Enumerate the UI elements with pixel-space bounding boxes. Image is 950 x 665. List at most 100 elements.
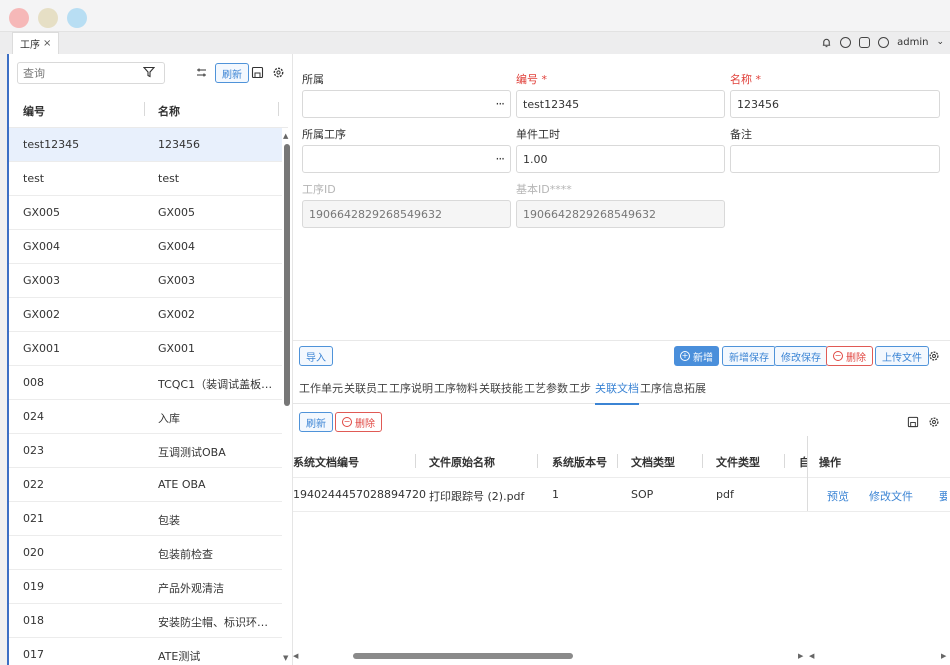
fullscreen-icon[interactable] (859, 36, 871, 48)
doc-delete-button[interactable]: − 删除 (335, 412, 382, 432)
list-item[interactable]: 021 包装 (9, 502, 282, 536)
doc-refresh-button[interactable]: 刷新 (299, 412, 333, 432)
subtab-4[interactable]: 关联技能 (479, 380, 523, 403)
scroll-right-arrow[interactable]: ▶ (941, 652, 946, 660)
refresh-button[interactable]: 刷新 (215, 63, 249, 83)
list-item[interactable]: GX004 GX004 (9, 230, 282, 264)
list-item-name: GX001 (158, 342, 196, 355)
column-resizer[interactable] (415, 454, 416, 468)
process-field[interactable]: ··· (302, 145, 511, 173)
list-item-name: ATE OBA (158, 478, 206, 491)
column-header-code[interactable]: 编号 (23, 103, 45, 119)
minus-icon: − (342, 417, 352, 427)
scroll-up-arrow[interactable]: ▲ (283, 132, 288, 140)
column-resizer[interactable] (702, 454, 703, 468)
name-field[interactable]: 123456 (730, 90, 940, 118)
scroll-left-arrow[interactable]: ◀ (809, 652, 814, 660)
subtab-7[interactable]: 关联文档 (595, 380, 639, 405)
save-icon[interactable] (251, 66, 264, 79)
table-row[interactable]: 1940244457028894720 打印跟踪号 (2).pdf 1 SOP … (293, 478, 950, 512)
column-resizer[interactable] (537, 454, 538, 468)
list-item[interactable]: 019 产品外观清洁 (9, 570, 282, 604)
column-resizer[interactable] (278, 102, 279, 116)
scroll-right-arrow[interactable]: ▶ (798, 652, 803, 660)
subtab-0[interactable]: 工作单元 (299, 380, 343, 403)
list-item-name: 入库 (158, 412, 180, 425)
edit-file-link[interactable]: 修改文件 (869, 488, 913, 504)
code-field[interactable]: test12345 (516, 90, 725, 118)
delete-label: 删除 (846, 352, 866, 364)
save-icon[interactable] (907, 416, 919, 428)
col-file-type[interactable]: 文件类型 (716, 454, 760, 470)
plus-icon: + (680, 351, 690, 361)
add-button[interactable]: + 新增 (674, 346, 719, 366)
delete-button[interactable]: − 删除 (826, 346, 873, 366)
list-item-code: GX005 (23, 206, 61, 219)
filter-icon[interactable] (143, 66, 155, 78)
list-item[interactable]: GX002 GX002 (9, 298, 282, 332)
username[interactable]: admin (897, 37, 928, 48)
list-item[interactable]: 022 ATE OBA (9, 468, 282, 502)
list-item[interactable]: 008 TCQC1（装调试盖板前... (9, 366, 282, 400)
subtab-1[interactable]: 关联员工 (344, 380, 388, 403)
edit-save-button[interactable]: 修改保存 (774, 346, 828, 366)
list-header: 编号 名称 (9, 92, 288, 128)
unit-time-field[interactable]: 1.00 (516, 145, 725, 173)
list-item-name: 包装 (158, 514, 180, 527)
subtab-3[interactable]: 工序物料 (434, 380, 478, 403)
upload-file-button[interactable]: 上传文件 (875, 346, 929, 366)
subtab-5[interactable]: 工艺参数 (524, 380, 568, 403)
gear-icon[interactable] (928, 416, 940, 428)
user-avatar-icon[interactable] (878, 36, 890, 48)
sort-icon[interactable] (195, 66, 208, 79)
list-item-code: test12345 (23, 138, 80, 151)
column-resizer[interactable] (784, 454, 785, 468)
list-item[interactable]: GX005 GX005 (9, 196, 282, 230)
list-item-code: 022 (23, 478, 44, 491)
more-icon[interactable]: ··· (496, 152, 506, 166)
horizontal-scrollbar[interactable] (353, 653, 573, 659)
col-version[interactable]: 系统版本号 (552, 454, 607, 470)
remark-field[interactable] (730, 145, 940, 173)
gear-icon[interactable] (928, 350, 940, 362)
column-resizer[interactable] (617, 454, 618, 468)
close-window-dot[interactable] (9, 8, 29, 28)
list-item[interactable]: 018 安装防尘帽、标识环（... (9, 604, 282, 638)
minimize-window-dot[interactable] (38, 8, 58, 28)
bell-icon[interactable] (821, 37, 832, 48)
col-file-name[interactable]: 文件原始名称 (429, 454, 495, 470)
tab-close-icon[interactable]: × (43, 38, 51, 49)
import-button[interactable]: 导入 (299, 346, 333, 366)
list-item[interactable]: 020 包装前检查 (9, 536, 282, 570)
more-op-link[interactable]: 要 (939, 488, 947, 504)
tab-process-label: 工序 (20, 40, 40, 51)
scroll-down-arrow[interactable]: ▼ (283, 654, 288, 662)
list-item[interactable]: GX001 GX001 (9, 332, 282, 366)
owner-field[interactable]: ··· (302, 90, 511, 118)
subtab-8[interactable]: 工序信息拓展 (640, 380, 706, 403)
maximize-window-dot[interactable] (67, 8, 87, 28)
list-item[interactable]: 017 ATE测试 (9, 638, 282, 665)
list-item[interactable]: test test (9, 162, 282, 196)
list-item[interactable]: 023 互调测试OBA (9, 434, 282, 468)
list-item[interactable]: test12345 123456 (9, 128, 282, 162)
column-resizer[interactable] (144, 102, 145, 116)
col-truncated[interactable]: 自 (799, 454, 807, 470)
help-icon[interactable] (840, 36, 852, 48)
subtab-2[interactable]: 工序说明 (389, 380, 433, 403)
vertical-scrollbar[interactable] (284, 144, 290, 406)
col-doc-type[interactable]: 文档类型 (631, 454, 675, 470)
list-item[interactable]: 024 入库 (9, 400, 282, 434)
list-item[interactable]: GX003 GX003 (9, 264, 282, 298)
add-save-button[interactable]: 新增保存 (722, 346, 776, 366)
more-icon[interactable]: ··· (496, 97, 506, 111)
gear-icon[interactable] (272, 66, 285, 79)
subtab-6[interactable]: 工步 (569, 380, 591, 403)
column-header-name[interactable]: 名称 (158, 103, 180, 119)
chevron-down-icon[interactable]: ⌄ (936, 37, 944, 47)
scroll-left-arrow[interactable]: ◀ (293, 652, 298, 660)
col-doc-no[interactable]: 系统文档编号 (293, 454, 359, 470)
tab-process[interactable]: 工序 × (12, 32, 60, 54)
name-label: 名称 * (730, 73, 761, 86)
preview-link[interactable]: 预览 (827, 488, 849, 504)
